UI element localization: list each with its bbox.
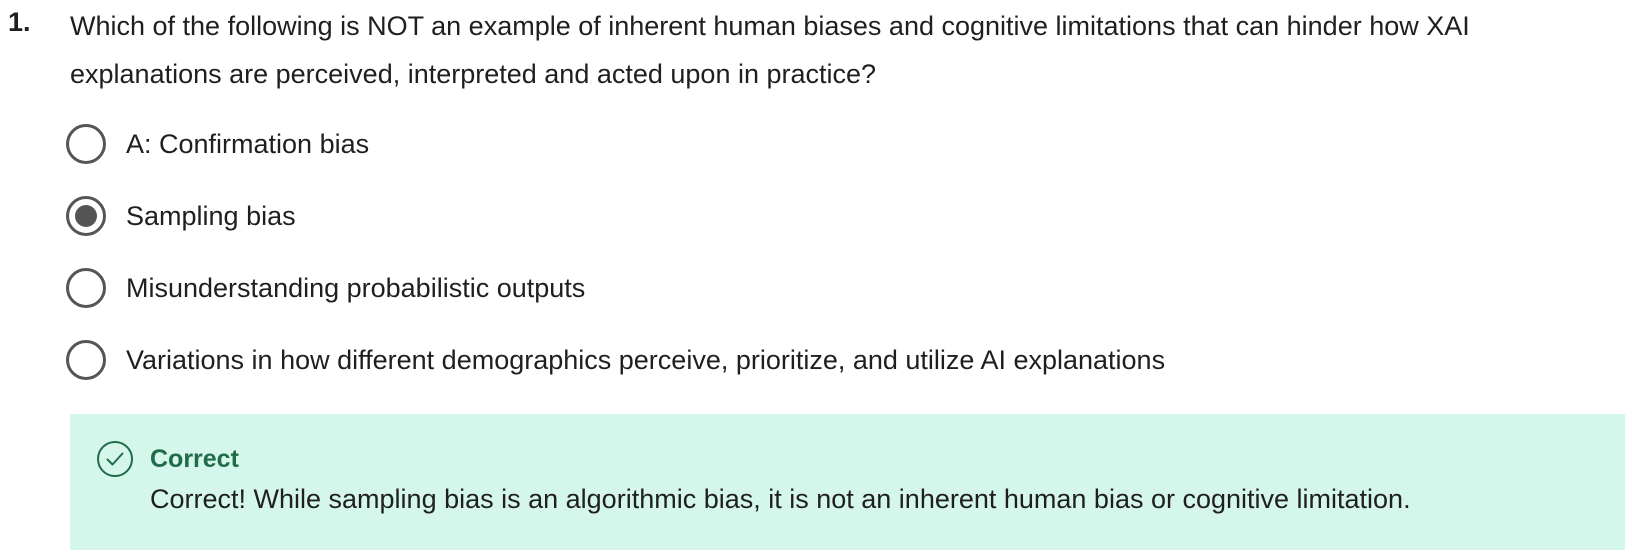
option-label: Misunderstanding probabilistic outputs (126, 273, 586, 303)
feedback-title: Correct (150, 445, 239, 473)
check-circle-icon (96, 440, 134, 478)
option-demographic-variations[interactable]: Variations in how different demographics… (66, 338, 1165, 382)
radio-button-selected[interactable] (66, 196, 106, 236)
question-number: 1. (8, 7, 31, 37)
feedback-message: Correct! While sampling bias is an algor… (150, 484, 1411, 514)
radio-button[interactable] (66, 340, 106, 380)
question-text: Which of the following is NOT an example… (70, 11, 1470, 89)
option-confirmation-bias[interactable]: A: Confirmation bias (66, 122, 1165, 166)
radio-selected-dot (75, 205, 97, 227)
option-label: Variations in how different demographics… (126, 345, 1166, 375)
quiz-question: 1. Which of the following is NOT an exam… (0, 0, 1632, 558)
option-sampling-bias[interactable]: Sampling bias (66, 194, 1165, 238)
feedback-panel: Correct Correct! While sampling bias is … (70, 414, 1625, 550)
radio-button[interactable] (66, 124, 106, 164)
option-label: Sampling bias (126, 201, 296, 231)
option-label: A: Confirmation bias (126, 129, 370, 159)
answer-options: A: Confirmation bias Sampling bias Misun… (66, 122, 1165, 410)
option-misunderstanding-probabilistic-outputs[interactable]: Misunderstanding probabilistic outputs (66, 266, 1165, 310)
radio-button[interactable] (66, 268, 106, 308)
